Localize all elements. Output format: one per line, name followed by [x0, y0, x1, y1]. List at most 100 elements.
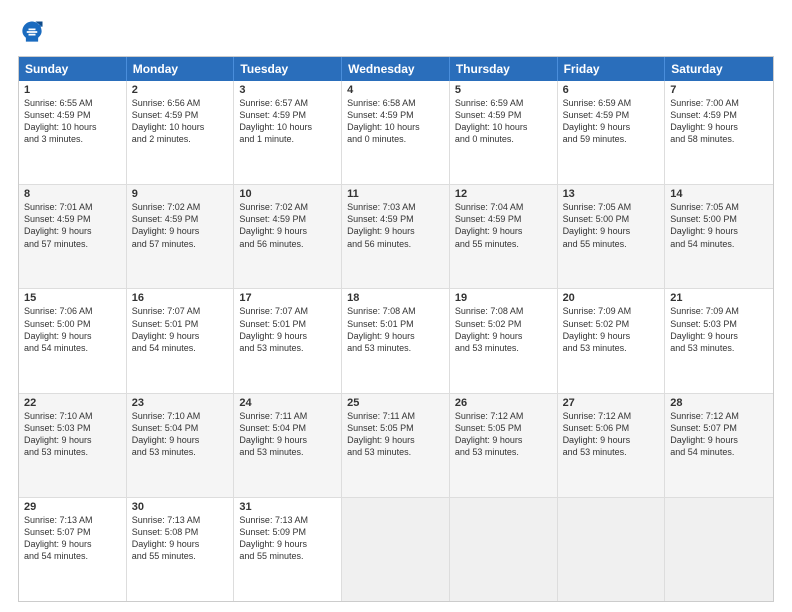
day-info: Sunrise: 7:03 AM Sunset: 4:59 PM Dayligh… [347, 201, 444, 250]
day-number: 16 [132, 292, 229, 304]
calendar-empty-cell [450, 498, 558, 601]
day-info: Sunrise: 7:13 AM Sunset: 5:08 PM Dayligh… [132, 514, 229, 563]
calendar-row-4: 22Sunrise: 7:10 AM Sunset: 5:03 PM Dayli… [19, 393, 773, 497]
day-number: 5 [455, 84, 552, 96]
day-info: Sunrise: 7:11 AM Sunset: 5:04 PM Dayligh… [239, 410, 336, 459]
calendar-day-2: 2Sunrise: 6:56 AM Sunset: 4:59 PM Daylig… [127, 81, 235, 184]
header-day-monday: Monday [127, 57, 235, 81]
header-day-tuesday: Tuesday [234, 57, 342, 81]
logo-icon [18, 18, 46, 46]
calendar-day-10: 10Sunrise: 7:02 AM Sunset: 4:59 PM Dayli… [234, 185, 342, 288]
calendar-day-19: 19Sunrise: 7:08 AM Sunset: 5:02 PM Dayli… [450, 289, 558, 392]
calendar-day-21: 21Sunrise: 7:09 AM Sunset: 5:03 PM Dayli… [665, 289, 773, 392]
calendar-day-22: 22Sunrise: 7:10 AM Sunset: 5:03 PM Dayli… [19, 394, 127, 497]
header-day-thursday: Thursday [450, 57, 558, 81]
day-number: 8 [24, 188, 121, 200]
day-number: 11 [347, 188, 444, 200]
day-info: Sunrise: 6:55 AM Sunset: 4:59 PM Dayligh… [24, 97, 121, 146]
calendar-empty-cell [665, 498, 773, 601]
day-info: Sunrise: 7:05 AM Sunset: 5:00 PM Dayligh… [670, 201, 768, 250]
day-info: Sunrise: 7:12 AM Sunset: 5:05 PM Dayligh… [455, 410, 552, 459]
calendar-row-3: 15Sunrise: 7:06 AM Sunset: 5:00 PM Dayli… [19, 288, 773, 392]
day-number: 10 [239, 188, 336, 200]
day-number: 15 [24, 292, 121, 304]
calendar-empty-cell [342, 498, 450, 601]
day-number: 19 [455, 292, 552, 304]
calendar-day-30: 30Sunrise: 7:13 AM Sunset: 5:08 PM Dayli… [127, 498, 235, 601]
day-number: 13 [563, 188, 660, 200]
day-number: 28 [670, 397, 768, 409]
day-info: Sunrise: 6:56 AM Sunset: 4:59 PM Dayligh… [132, 97, 229, 146]
day-number: 31 [239, 501, 336, 513]
day-number: 23 [132, 397, 229, 409]
day-number: 29 [24, 501, 121, 513]
calendar-day-5: 5Sunrise: 6:59 AM Sunset: 4:59 PM Daylig… [450, 81, 558, 184]
day-info: Sunrise: 7:11 AM Sunset: 5:05 PM Dayligh… [347, 410, 444, 459]
day-info: Sunrise: 7:08 AM Sunset: 5:02 PM Dayligh… [455, 305, 552, 354]
day-number: 3 [239, 84, 336, 96]
header-day-sunday: Sunday [19, 57, 127, 81]
calendar-day-14: 14Sunrise: 7:05 AM Sunset: 5:00 PM Dayli… [665, 185, 773, 288]
header-day-saturday: Saturday [665, 57, 773, 81]
day-info: Sunrise: 7:13 AM Sunset: 5:07 PM Dayligh… [24, 514, 121, 563]
day-info: Sunrise: 7:08 AM Sunset: 5:01 PM Dayligh… [347, 305, 444, 354]
day-number: 24 [239, 397, 336, 409]
calendar-day-16: 16Sunrise: 7:07 AM Sunset: 5:01 PM Dayli… [127, 289, 235, 392]
day-number: 14 [670, 188, 768, 200]
day-info: Sunrise: 7:04 AM Sunset: 4:59 PM Dayligh… [455, 201, 552, 250]
calendar-day-24: 24Sunrise: 7:11 AM Sunset: 5:04 PM Dayli… [234, 394, 342, 497]
day-info: Sunrise: 7:10 AM Sunset: 5:03 PM Dayligh… [24, 410, 121, 459]
day-info: Sunrise: 7:02 AM Sunset: 4:59 PM Dayligh… [239, 201, 336, 250]
day-info: Sunrise: 6:59 AM Sunset: 4:59 PM Dayligh… [563, 97, 660, 146]
calendar-day-28: 28Sunrise: 7:12 AM Sunset: 5:07 PM Dayli… [665, 394, 773, 497]
calendar-empty-cell [558, 498, 666, 601]
calendar-day-31: 31Sunrise: 7:13 AM Sunset: 5:09 PM Dayli… [234, 498, 342, 601]
calendar-day-29: 29Sunrise: 7:13 AM Sunset: 5:07 PM Dayli… [19, 498, 127, 601]
day-number: 18 [347, 292, 444, 304]
day-info: Sunrise: 7:01 AM Sunset: 4:59 PM Dayligh… [24, 201, 121, 250]
day-info: Sunrise: 7:12 AM Sunset: 5:06 PM Dayligh… [563, 410, 660, 459]
calendar-day-4: 4Sunrise: 6:58 AM Sunset: 4:59 PM Daylig… [342, 81, 450, 184]
calendar-day-15: 15Sunrise: 7:06 AM Sunset: 5:00 PM Dayli… [19, 289, 127, 392]
calendar-day-20: 20Sunrise: 7:09 AM Sunset: 5:02 PM Dayli… [558, 289, 666, 392]
calendar-day-23: 23Sunrise: 7:10 AM Sunset: 5:04 PM Dayli… [127, 394, 235, 497]
calendar-day-3: 3Sunrise: 6:57 AM Sunset: 4:59 PM Daylig… [234, 81, 342, 184]
day-number: 20 [563, 292, 660, 304]
day-number: 26 [455, 397, 552, 409]
day-number: 6 [563, 84, 660, 96]
page: SundayMondayTuesdayWednesdayThursdayFrid… [0, 0, 792, 612]
calendar-day-17: 17Sunrise: 7:07 AM Sunset: 5:01 PM Dayli… [234, 289, 342, 392]
day-number: 7 [670, 84, 768, 96]
day-info: Sunrise: 6:58 AM Sunset: 4:59 PM Dayligh… [347, 97, 444, 146]
day-info: Sunrise: 7:07 AM Sunset: 5:01 PM Dayligh… [239, 305, 336, 354]
day-info: Sunrise: 7:02 AM Sunset: 4:59 PM Dayligh… [132, 201, 229, 250]
calendar-day-9: 9Sunrise: 7:02 AM Sunset: 4:59 PM Daylig… [127, 185, 235, 288]
day-number: 17 [239, 292, 336, 304]
day-info: Sunrise: 7:13 AM Sunset: 5:09 PM Dayligh… [239, 514, 336, 563]
day-number: 27 [563, 397, 660, 409]
day-number: 22 [24, 397, 121, 409]
calendar-body: 1Sunrise: 6:55 AM Sunset: 4:59 PM Daylig… [19, 81, 773, 601]
day-info: Sunrise: 7:06 AM Sunset: 5:00 PM Dayligh… [24, 305, 121, 354]
day-number: 12 [455, 188, 552, 200]
header [18, 18, 774, 46]
calendar-header: SundayMondayTuesdayWednesdayThursdayFrid… [19, 57, 773, 81]
day-number: 9 [132, 188, 229, 200]
day-number: 4 [347, 84, 444, 96]
calendar-day-27: 27Sunrise: 7:12 AM Sunset: 5:06 PM Dayli… [558, 394, 666, 497]
calendar-day-11: 11Sunrise: 7:03 AM Sunset: 4:59 PM Dayli… [342, 185, 450, 288]
header-day-friday: Friday [558, 57, 666, 81]
calendar-row-2: 8Sunrise: 7:01 AM Sunset: 4:59 PM Daylig… [19, 184, 773, 288]
calendar-day-12: 12Sunrise: 7:04 AM Sunset: 4:59 PM Dayli… [450, 185, 558, 288]
day-info: Sunrise: 7:12 AM Sunset: 5:07 PM Dayligh… [670, 410, 768, 459]
day-number: 2 [132, 84, 229, 96]
day-number: 25 [347, 397, 444, 409]
day-number: 21 [670, 292, 768, 304]
calendar-day-25: 25Sunrise: 7:11 AM Sunset: 5:05 PM Dayli… [342, 394, 450, 497]
calendar-day-13: 13Sunrise: 7:05 AM Sunset: 5:00 PM Dayli… [558, 185, 666, 288]
day-info: Sunrise: 6:59 AM Sunset: 4:59 PM Dayligh… [455, 97, 552, 146]
calendar-day-26: 26Sunrise: 7:12 AM Sunset: 5:05 PM Dayli… [450, 394, 558, 497]
day-info: Sunrise: 7:09 AM Sunset: 5:02 PM Dayligh… [563, 305, 660, 354]
calendar-day-8: 8Sunrise: 7:01 AM Sunset: 4:59 PM Daylig… [19, 185, 127, 288]
calendar-row-5: 29Sunrise: 7:13 AM Sunset: 5:07 PM Dayli… [19, 497, 773, 601]
